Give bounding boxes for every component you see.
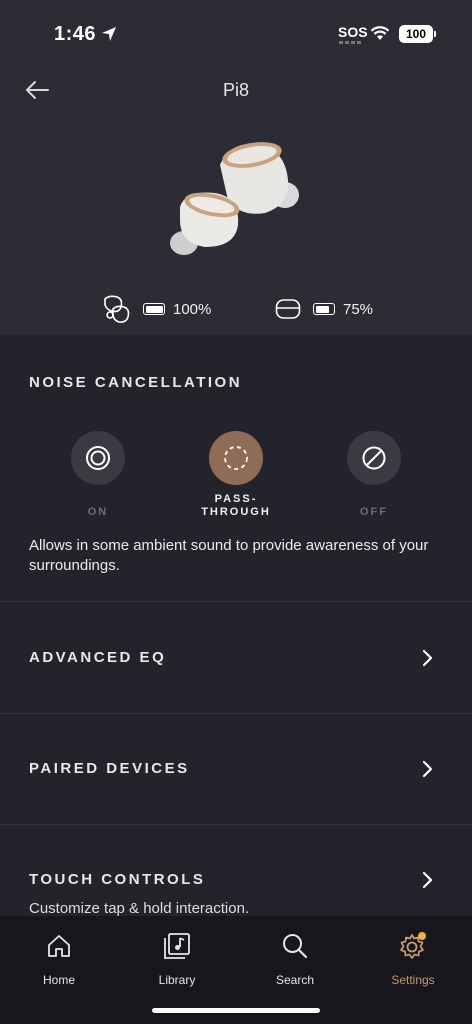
earbuds-battery: 100% (101, 292, 211, 326)
tab-search[interactable]: Search (255, 930, 335, 987)
chevron-right-icon[interactable] (420, 649, 434, 667)
case-icon (275, 299, 301, 319)
tab-library-label: Library (158, 973, 196, 987)
divider (0, 601, 472, 602)
signal-dots (339, 41, 363, 44)
tab-home-label: Home (42, 973, 75, 987)
earbuds-product-image (170, 142, 299, 255)
tab-home[interactable]: Home (19, 930, 99, 987)
nc-off-label: OFF (360, 506, 388, 518)
advanced-eq-row[interactable]: ADVANCED EQ (29, 649, 166, 666)
touch-controls-subtitle: Customize tap & hold interaction. (29, 900, 250, 917)
home-icon (48, 935, 70, 957)
divider (0, 713, 472, 714)
tab-settings[interactable]: Settings (373, 930, 453, 987)
status-time: 1:46 (54, 23, 97, 45)
tab-search-label: Search (275, 973, 315, 987)
tab-library[interactable]: Library (137, 930, 217, 987)
nc-description: Allows in some ambient sound to provide … (29, 537, 429, 574)
case-battery-icon (313, 303, 335, 315)
battery-indicator: 100 (399, 25, 433, 43)
page-title: Pi8 (222, 80, 249, 100)
gear-icon (400, 932, 426, 959)
chevron-right-icon[interactable] (420, 760, 434, 778)
anc-on-icon (86, 446, 110, 470)
earbuds-icon (104, 295, 130, 323)
anc-off-icon (362, 446, 386, 470)
location-arrow-icon (102, 27, 116, 41)
earbuds-battery-percent: 100% (173, 300, 212, 318)
nc-on-label: ON (87, 506, 109, 518)
tab-settings-label: Settings (391, 973, 435, 987)
paired-devices-row[interactable]: PAIRED DEVICES (29, 760, 190, 777)
status-bar: 1:46 SOS 100 (0, 0, 472, 70)
search-icon (283, 934, 308, 959)
nc-passthrough-button[interactable] (209, 431, 263, 485)
home-indicator[interactable] (152, 1008, 320, 1013)
passthrough-icon (224, 446, 248, 470)
case-battery-percent: 75% (343, 300, 374, 318)
touch-controls-row[interactable]: TOUCH CONTROLS (29, 871, 205, 888)
wifi-icon (370, 26, 390, 40)
noise-cancellation-title: NOISE CANCELLATION (29, 374, 243, 391)
nc-off-button[interactable] (347, 431, 401, 485)
chevron-right-icon[interactable] (420, 871, 434, 889)
nc-passthrough-label: PASS- THROUGH (201, 493, 271, 518)
earbuds-battery-icon (143, 303, 165, 315)
battery-nub (434, 31, 436, 37)
library-icon (164, 933, 190, 959)
nc-on-button[interactable] (71, 431, 125, 485)
case-battery: 75% (275, 292, 373, 326)
sos-indicator: SOS (338, 24, 368, 40)
divider (0, 824, 472, 825)
